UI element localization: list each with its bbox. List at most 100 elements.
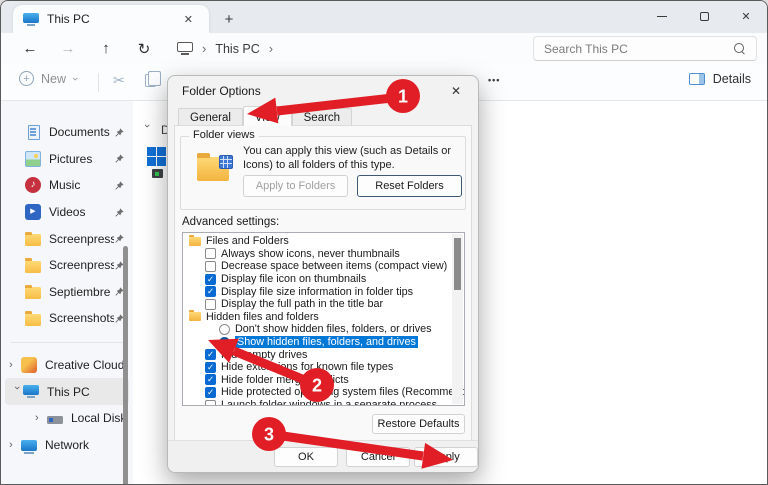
minimize-button[interactable] [641, 1, 683, 31]
list-checkbox-row[interactable]: Hide extensions for known file types [183, 361, 464, 374]
radio-unselected[interactable] [219, 324, 230, 335]
list-checkbox-row[interactable]: Display file size information in folder … [183, 285, 464, 298]
checkbox-checked[interactable] [205, 349, 216, 360]
sidebar-item-screenpresso[interactable]: Screenpresso [1, 225, 133, 252]
chevron-down-icon [69, 77, 81, 81]
windows-drive-icon[interactable] [147, 147, 166, 166]
sidebar-item-local-disk[interactable]: Local Disk (C:) [1, 405, 133, 432]
chevron-right-icon[interactable] [9, 359, 21, 371]
search-icon [734, 43, 746, 55]
list-scrollbar[interactable] [452, 234, 463, 404]
breadcrumb-separator: › [269, 41, 273, 56]
checkbox-checked[interactable] [205, 274, 216, 285]
up-button[interactable] [91, 40, 121, 57]
new-tab-button[interactable]: + [217, 7, 241, 31]
sidebar-item-videos[interactable]: Videos [1, 199, 133, 226]
sidebar-scrollbar[interactable] [123, 246, 128, 485]
drive-icon[interactable] [152, 169, 163, 178]
list-checkbox-row[interactable]: Hide folder merge conflicts [183, 374, 464, 387]
checkbox-checked[interactable] [205, 286, 216, 297]
list-checkbox-row[interactable]: Display the full path in the title bar [183, 298, 464, 311]
chevron-right-icon[interactable] [35, 412, 47, 424]
list-checkbox-row[interactable]: Launch folder windows in a separate proc… [183, 399, 464, 406]
cancel-button[interactable]: Cancel [346, 447, 410, 467]
search-input[interactable] [544, 42, 734, 56]
pin-icon[interactable] [114, 180, 125, 191]
tab-view[interactable]: View [243, 106, 292, 126]
sidebar-item-music[interactable]: Music [1, 172, 133, 199]
this-pc-icon [23, 13, 39, 26]
dialog-title: Folder Options [182, 84, 261, 98]
chevron-down-icon[interactable] [11, 386, 23, 398]
sidebar-item-septiembre[interactable]: Septiembre [1, 279, 133, 306]
forward-button[interactable] [53, 40, 83, 57]
pin-icon[interactable] [114, 207, 125, 218]
sidebar-item-this-pc[interactable]: This PC [5, 378, 129, 405]
chevron-right-icon[interactable] [9, 439, 21, 451]
back-button[interactable] [15, 40, 45, 57]
tab-general[interactable]: General [178, 108, 243, 126]
pictures-icon [25, 151, 41, 167]
dialog-close-icon[interactable] [446, 82, 466, 100]
search-box [533, 36, 757, 61]
sidebar-divider [11, 342, 123, 343]
details-pane-icon [689, 73, 705, 85]
location-icon[interactable] [177, 42, 193, 55]
checkbox-unchecked[interactable] [205, 248, 216, 259]
maximize-button[interactable] [683, 1, 725, 31]
checkbox-unchecked[interactable] [205, 299, 216, 310]
dialog-tab-bar: General View Search [178, 106, 352, 126]
sidebar-item-creative-cloud[interactable]: Creative Cloud F [1, 352, 133, 379]
pin-icon[interactable] [114, 233, 125, 244]
advanced-settings-list: Files and Folders Always show icons, nev… [182, 232, 465, 406]
advanced-settings-label: Advanced settings: [182, 216, 279, 228]
list-checkbox-row[interactable]: Display file icon on thumbnails [183, 273, 464, 286]
copy-icon[interactable] [145, 74, 156, 87]
window-controls [641, 1, 767, 31]
sidebar-item-network[interactable]: Network [1, 432, 133, 459]
list-checkbox-row[interactable]: Decrease space between items (compact vi… [183, 260, 464, 273]
checkbox-checked[interactable] [205, 374, 216, 385]
reset-folders-button[interactable]: Reset Folders [357, 175, 462, 197]
checkbox-unchecked[interactable] [205, 261, 216, 272]
sidebar-item-screenpresso-2[interactable]: Screenpresso [1, 252, 133, 279]
folder-views-description: You can apply this view (such as Details… [243, 145, 457, 172]
list-group-hidden-files[interactable]: Hidden files and folders [183, 311, 464, 324]
chevron-down-icon [141, 124, 153, 136]
apply-to-folders-button[interactable]: Apply to Folders [243, 175, 348, 197]
cut-icon[interactable] [113, 72, 125, 89]
list-checkbox-row[interactable]: Hide empty drives [183, 348, 464, 361]
explorer-tab[interactable]: This PC [13, 5, 209, 33]
tab-search[interactable]: Search [292, 108, 352, 126]
list-radio-dont-show-hidden[interactable]: Don't show hidden files, folders, or dri… [183, 323, 464, 336]
sidebar-item-documents[interactable]: Documents [1, 119, 133, 146]
list-radio-show-hidden[interactable]: Show hidden files, folders, and drives [183, 336, 464, 349]
apply-button[interactable]: Apply [414, 447, 478, 467]
checkbox-checked[interactable] [205, 387, 216, 398]
restore-defaults-button[interactable]: Restore Defaults [372, 414, 465, 434]
toolbar-divider [98, 73, 99, 92]
folder-icon [25, 287, 41, 299]
refresh-button[interactable] [129, 40, 159, 58]
checkbox-checked[interactable] [205, 362, 216, 373]
tab-close-icon[interactable] [178, 11, 199, 28]
local-disk-icon [47, 416, 63, 424]
list-group-files-and-folders[interactable]: Files and Folders [183, 235, 464, 248]
close-button[interactable] [725, 1, 767, 31]
dialog-footer: OK Cancel Apply [168, 440, 478, 472]
pin-icon[interactable] [114, 153, 125, 164]
breadcrumb-this-pc[interactable]: This PC [215, 42, 259, 56]
videos-icon [25, 204, 41, 220]
radio-selected[interactable] [219, 337, 230, 348]
list-checkbox-row[interactable]: Always show icons, never thumbnails [183, 248, 464, 261]
sidebar-item-pictures[interactable]: Pictures [1, 146, 133, 173]
details-view-button[interactable]: Details [689, 72, 751, 86]
checkbox-unchecked[interactable] [205, 400, 216, 406]
sidebar-item-screenshots[interactable]: Screenshots [1, 305, 133, 332]
ok-button[interactable]: OK [274, 447, 338, 467]
see-more-icon[interactable] [488, 70, 500, 86]
list-checkbox-row[interactable]: Hide protected operating system files (R… [183, 386, 464, 399]
folder-views-groupbox: Folder views You can apply this view (su… [180, 136, 466, 210]
new-button[interactable]: New [19, 71, 77, 86]
pin-icon[interactable] [114, 127, 125, 138]
